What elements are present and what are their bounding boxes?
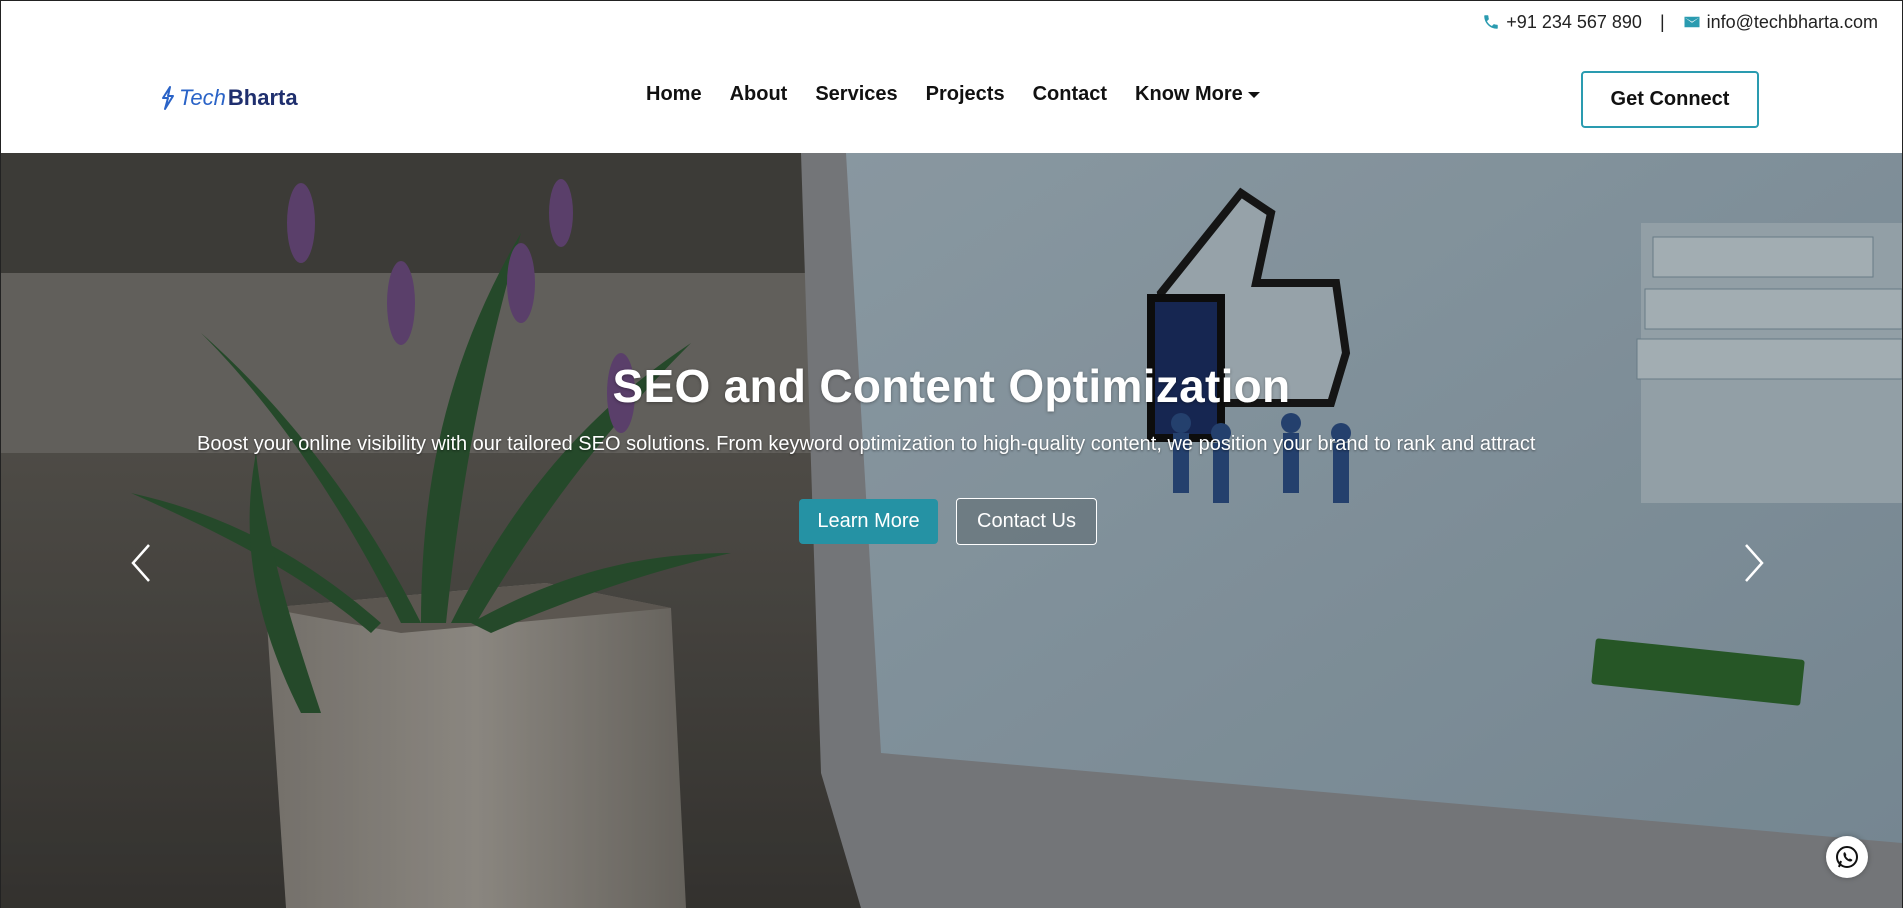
site-header: +91 234 567 890 | info@techbharta.com Te… [1, 1, 1902, 153]
logo-text-tech: Tech [179, 85, 226, 110]
caret-down-icon [1247, 90, 1261, 100]
contact-us-button[interactable]: Contact Us [956, 498, 1097, 545]
mail-icon [1683, 13, 1701, 31]
phone-link[interactable]: +91 234 567 890 [1482, 12, 1642, 33]
hero-overlay [1, 153, 1902, 908]
logo-text-bharta: Bharta [227, 85, 298, 110]
learn-more-button[interactable]: Learn More [799, 499, 938, 544]
chevron-right-icon [1745, 544, 1764, 582]
logo-mark-icon [159, 85, 177, 111]
email-link[interactable]: info@techbharta.com [1683, 12, 1878, 33]
nav-projects[interactable]: Projects [926, 83, 1005, 106]
contact-separator: | [1659, 11, 1665, 32]
nav-contact[interactable]: Contact [1033, 83, 1107, 106]
chevron-left-icon [131, 544, 150, 582]
email-address: info@techbharta.com [1706, 11, 1878, 32]
nav-know-more[interactable]: Know More [1135, 83, 1261, 106]
whatsapp-icon [1836, 846, 1858, 868]
get-connect-button[interactable]: Get Connect [1581, 71, 1759, 128]
nav-about[interactable]: About [730, 83, 788, 106]
phone-number: +91 234 567 890 [1506, 11, 1642, 32]
hero-subtitle: Boost your online visibility with our ta… [197, 433, 1536, 455]
slider-next-button[interactable] [1734, 538, 1774, 588]
hero-slider: SEO and Content Optimization Boost your … [1, 153, 1902, 908]
main-nav: Home About Services Projects Contact Kno… [646, 83, 1261, 106]
contact-bar: +91 234 567 890 | info@techbharta.com [1482, 9, 1878, 35]
nav-know-more-label: Know More [1135, 83, 1243, 105]
site-logo[interactable]: Tech Bharta [159, 85, 298, 111]
nav-home[interactable]: Home [646, 83, 702, 106]
slider-prev-button[interactable] [121, 538, 161, 588]
nav-services[interactable]: Services [815, 83, 897, 106]
whatsapp-button[interactable] [1826, 836, 1868, 878]
phone-icon [1482, 13, 1500, 31]
hero-title: SEO and Content Optimization [612, 360, 1291, 412]
